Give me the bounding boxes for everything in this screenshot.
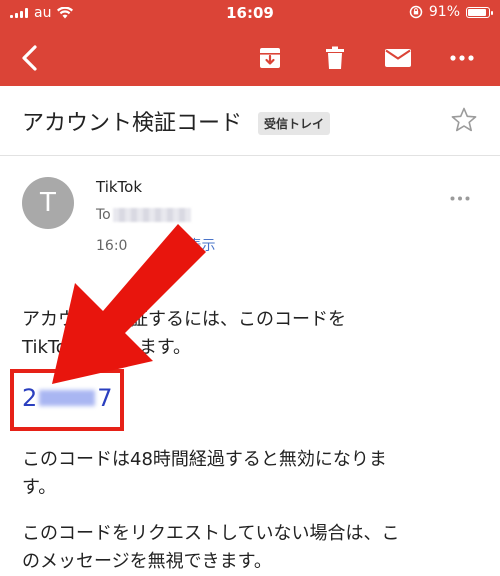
toolbar [0, 30, 500, 86]
mail-icon [385, 49, 411, 67]
body-paragraph-2: このコードは48時間経過すると無効になりま す。 [22, 446, 387, 502]
more-horizontal-icon [450, 55, 474, 61]
subject-row: アカウント検証コード 受信トレイ [0, 86, 500, 156]
redacted-recipient [112, 208, 191, 222]
date-prefix: 16:0 [96, 238, 128, 254]
star-button[interactable] [450, 106, 478, 138]
archive-icon [260, 48, 280, 68]
recipient-line[interactable]: To [96, 207, 191, 223]
body-paragraph-1: アカウ 検証するには、このコードを TikTo 力します。 [22, 306, 346, 362]
back-button[interactable] [10, 38, 50, 78]
body-line: このコードは48時間経過すると無効になりま [22, 449, 387, 470]
sender-name[interactable]: TikTok [96, 178, 142, 196]
show-details-link[interactable]: を表示 [173, 238, 215, 254]
star-icon [451, 107, 477, 132]
sender-avatar[interactable]: T [22, 177, 74, 229]
archive-button[interactable] [250, 38, 290, 78]
trash-icon [326, 46, 344, 69]
body-line: アカウ 検証するには、このコードを [22, 309, 346, 330]
to-prefix: To [96, 207, 111, 223]
body-line: のメッセージを無視できます。 [22, 551, 272, 572]
mark-unread-button[interactable] [378, 38, 418, 78]
status-right: 91% [409, 4, 493, 20]
back-arrow-icon [22, 45, 37, 71]
more-horizontal-icon [450, 196, 470, 201]
battery-icon [466, 6, 493, 18]
app-header: au 16:09 91% [0, 0, 500, 86]
body-line: TikTo 力します。 [22, 337, 192, 358]
body-line: す。 [22, 477, 57, 498]
date-line: 16:0 を表示 [96, 235, 215, 255]
more-options-button[interactable] [442, 38, 482, 78]
code-highlight-box [10, 369, 124, 431]
body-paragraph-3: このコードをリクエストしていない場合は、こ のメッセージを無視できます。 [22, 520, 399, 576]
status-bar: au 16:09 91% [0, 0, 500, 28]
inbox-label-chip[interactable]: 受信トレイ [258, 112, 331, 135]
email-subject: アカウント検証コード [22, 111, 243, 136]
delete-button[interactable] [315, 38, 355, 78]
message-more-button[interactable] [450, 186, 470, 205]
body-line: このコードをリクエストしていない場合は、こ [22, 523, 400, 544]
rotation-lock-icon [409, 5, 423, 19]
battery-percent: 91% [428, 4, 460, 20]
